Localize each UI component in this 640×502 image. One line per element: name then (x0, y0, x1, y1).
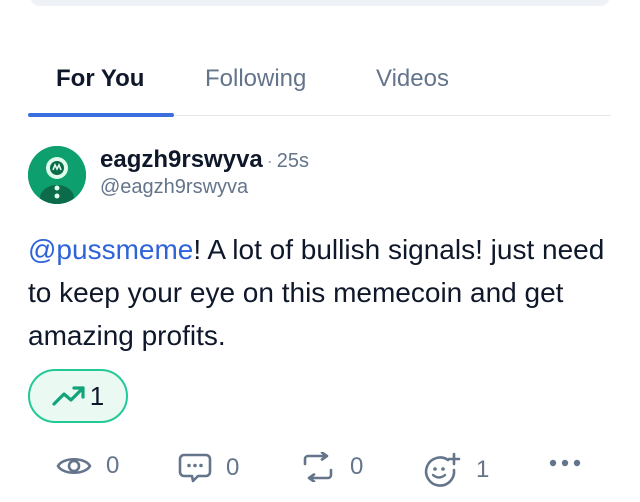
tab-following[interactable]: Following (205, 42, 306, 115)
react-action[interactable]: 1 (422, 452, 489, 488)
post-time: 25s (276, 150, 310, 172)
comments-action[interactable]: 0 (178, 452, 239, 484)
reactions-count: 1 (476, 456, 490, 483)
repost-count: 0 (350, 453, 364, 480)
views-action[interactable]: 0 (56, 452, 119, 480)
eye-icon (56, 453, 92, 479)
repost-icon (300, 452, 336, 482)
trend-count: 1 (89, 380, 105, 411)
mention-link[interactable]: @pussmeme (28, 234, 193, 265)
post-text: @pussmeme! A lot of bullish signals! jus… (28, 228, 608, 357)
trending-up-icon (52, 385, 86, 407)
search-bar-edge (30, 0, 610, 6)
comments-count: 0 (226, 454, 240, 481)
author-line: eagzh9rswyva · 25s (100, 146, 309, 174)
trend-pill[interactable]: 1 (28, 369, 128, 423)
separator-dot: · (266, 151, 273, 171)
more-options-button[interactable] (548, 458, 582, 468)
active-tab-indicator (28, 113, 174, 117)
more-dots-icon (548, 458, 582, 468)
add-reaction-icon (422, 452, 462, 488)
comment-icon (178, 452, 212, 484)
feed-tabs: For You Following Videos (28, 42, 611, 117)
views-count: 0 (106, 452, 120, 479)
author-name[interactable]: eagzh9rswyva (100, 146, 263, 174)
author-handle[interactable]: @eagzh9rswyva (100, 176, 248, 199)
tab-videos[interactable]: Videos (376, 42, 449, 115)
repost-action[interactable]: 0 (300, 452, 363, 482)
tab-for-you[interactable]: For You (56, 42, 144, 115)
avatar[interactable] (28, 146, 86, 204)
post-actions: 0 0 0 1 (28, 452, 588, 492)
